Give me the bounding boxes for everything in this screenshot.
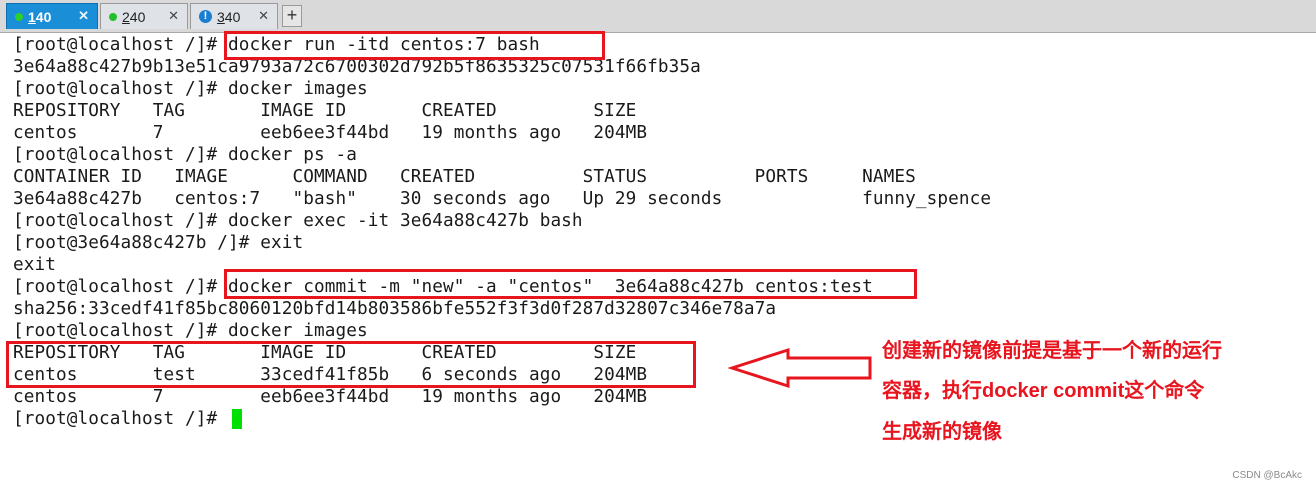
tab-index: 3: [217, 8, 225, 25]
terminal-line: sha256:33cedf41f85bc8060120bfd14b803586b…: [13, 299, 777, 319]
tab-label: 40: [35, 8, 52, 25]
highlight-box-new-image: [6, 341, 696, 388]
tab-label: 40: [129, 8, 146, 25]
tab-index: 1: [28, 8, 36, 25]
left-arrow-icon: [728, 347, 872, 389]
terminal-line: [root@localhost /]# docker ps -a: [13, 145, 357, 165]
terminal-line: 3e64a88c427b centos:7 "bash" 30 seconds …: [13, 189, 992, 209]
terminal-line: [root@3e64a88c427b /]# exit: [13, 233, 304, 253]
close-icon[interactable]: ✕: [168, 8, 179, 24]
tab-index: 2: [122, 8, 130, 25]
terminal-line: exit: [13, 255, 56, 275]
connected-status-icon: [15, 12, 23, 21]
terminal-line: centos 7 eeb6ee3f44bd 19 months ago 204M…: [13, 123, 648, 143]
terminal-line: CONTAINER ID IMAGE COMMAND CREATED STATU…: [13, 167, 916, 187]
terminal-line: [root@localhost /]# docker exec -it 3e64…: [13, 211, 583, 231]
close-icon[interactable]: ✕: [78, 8, 89, 24]
close-icon[interactable]: ✕: [258, 8, 269, 24]
connected-status-icon: [109, 12, 117, 21]
terminal-line: centos 7 eeb6ee3f44bd 19 months ago 204M…: [13, 387, 648, 407]
highlight-box-commit-command: [224, 269, 917, 299]
terminal-output[interactable]: [root@localhost /]# docker run -itd cent…: [0, 32, 1316, 490]
terminal-line: [root@localhost /]#: [13, 409, 228, 429]
tab-session-3[interactable]: ! 3 40 ✕: [190, 3, 278, 29]
highlight-box-run-command: [224, 31, 605, 60]
new-tab-button[interactable]: +: [282, 5, 302, 27]
warning-status-icon: !: [199, 10, 212, 23]
tab-session-1[interactable]: 1 40 ✕: [6, 3, 98, 29]
watermark: CSDN @BcAkc: [1232, 470, 1302, 481]
terminal-cursor: [232, 409, 242, 429]
annotation-text-line: 生成新的镜像: [882, 421, 1002, 443]
terminal-line: REPOSITORY TAG IMAGE ID CREATED SIZE: [13, 101, 637, 121]
terminal-line: [root@localhost /]# docker images: [13, 321, 368, 341]
tab-session-2[interactable]: 2 40 ✕: [100, 3, 188, 29]
annotation-text-line: 容器，执行docker commit这个命令: [882, 380, 1205, 402]
annotation-text-line: 创建新的镜像前提是基于一个新的运行: [882, 340, 1222, 362]
terminal-line: [root@localhost /]# docker images: [13, 79, 368, 99]
tab-bar: 1 40 ✕ 2 40 ✕ ! 3 40 ✕ +: [0, 0, 1316, 33]
tab-label: 40: [224, 8, 241, 25]
